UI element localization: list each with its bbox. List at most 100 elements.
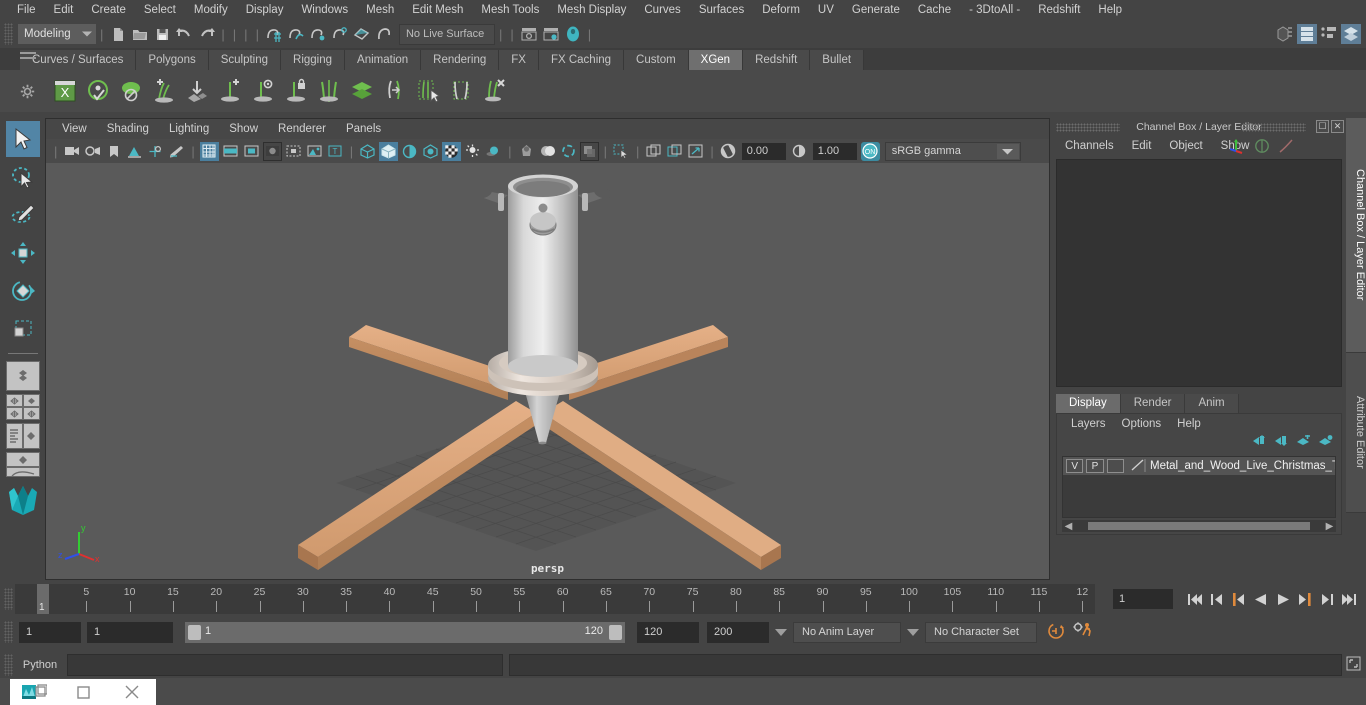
hypershade-icon[interactable]	[1319, 24, 1339, 44]
redo-icon[interactable]	[196, 24, 216, 44]
shelf-tab-polygons[interactable]: Polygons	[136, 50, 209, 70]
film-gate-icon[interactable]	[221, 142, 240, 161]
xgen-preview-icon[interactable]	[81, 74, 114, 108]
move-tool[interactable]	[6, 235, 40, 271]
shelf-options-gear-icon[interactable]	[20, 84, 35, 102]
node-editor-icon[interactable]	[1341, 24, 1361, 44]
new-layer-from-selected-icon[interactable]	[1318, 435, 1333, 449]
scroll-left-icon[interactable]: ◀	[1062, 521, 1075, 532]
menu-item-mesh-display[interactable]: Mesh Display	[548, 0, 635, 20]
move-layer-up-icon[interactable]	[1252, 435, 1267, 449]
menu-item-surfaces[interactable]: Surfaces	[690, 0, 753, 20]
range-end-handle[interactable]	[609, 624, 622, 640]
shadows-icon[interactable]	[463, 142, 482, 161]
multisample-icon[interactable]	[538, 142, 557, 161]
panel-grip-left[interactable]	[1056, 123, 1120, 132]
smooth-shade-icon[interactable]	[379, 141, 399, 161]
statusline-grip[interactable]	[4, 23, 13, 45]
two-d-pan-zoom-icon[interactable]	[146, 142, 165, 161]
persp-graph-layout-icon[interactable]	[5, 452, 40, 477]
xgen-add-grooming-icon[interactable]	[147, 74, 180, 108]
go-to-start-icon[interactable]	[1185, 589, 1204, 609]
xgen-part-icon[interactable]	[312, 74, 345, 108]
isolate-select-icon[interactable]	[612, 142, 631, 161]
layer-tab-render[interactable]: Render	[1120, 394, 1186, 413]
command-response-field[interactable]	[509, 654, 1342, 676]
menu-item-generate[interactable]: Generate	[843, 0, 909, 20]
grid-icon[interactable]	[199, 141, 219, 161]
channel-curve-icon[interactable]	[1278, 138, 1294, 157]
chevron-down-icon[interactable]	[775, 628, 787, 636]
shaded-wireframe-icon[interactable]	[400, 142, 419, 161]
lasso-select-tool[interactable]	[6, 159, 40, 195]
xgen-lock-icon[interactable]	[279, 74, 312, 108]
xray-icon[interactable]	[579, 141, 599, 161]
xgen-select-icon[interactable]	[411, 74, 444, 108]
shelf-tab-bullet[interactable]: Bullet	[810, 50, 865, 70]
xgen-noise-icon[interactable]	[378, 74, 411, 108]
image-plane-icon[interactable]	[125, 142, 144, 161]
layer-tab-display[interactable]: Display	[1056, 394, 1121, 413]
anim-end-field[interactable]: 200	[707, 621, 769, 643]
snap-to-grid-icon[interactable]	[264, 24, 284, 44]
show-hide-editor-icon[interactable]	[519, 24, 539, 44]
menu-item-redshift[interactable]: Redshift	[1029, 0, 1089, 20]
hypergraph-icon[interactable]	[1297, 24, 1317, 44]
maya-app-icon[interactable]	[10, 679, 59, 705]
close-icon[interactable]: ✕	[1331, 120, 1344, 133]
gate-mask-icon[interactable]	[262, 141, 282, 161]
time-ruler[interactable]: 1 5 10 15 20 25 30 35 40 45 50 55 60 65 70 75 80 85 90 95 1…	[15, 584, 1095, 614]
undo-icon[interactable]	[174, 24, 194, 44]
play-forwards-icon[interactable]	[1273, 589, 1292, 609]
menu-item-curves[interactable]: Curves	[635, 0, 689, 20]
side-tab-attribute-editor[interactable]: Attribute Editor	[1346, 353, 1366, 513]
menu-item-create[interactable]: Create	[82, 0, 135, 20]
shelf-tab-fx[interactable]: FX	[499, 50, 539, 70]
chevron-down-icon[interactable]	[907, 628, 919, 636]
snap-to-projected-center-icon[interactable]	[330, 24, 350, 44]
layer-playback-toggle[interactable]: P	[1086, 459, 1104, 473]
gamma-contrast-icon[interactable]	[790, 142, 809, 161]
range-start-field[interactable]: 1	[87, 621, 173, 643]
menu-item-deform[interactable]: Deform	[753, 0, 809, 20]
textured-icon[interactable]	[421, 142, 440, 161]
time-cursor[interactable]: 1	[37, 584, 49, 614]
range-start-handle[interactable]	[188, 624, 201, 640]
resize-view-icon[interactable]	[686, 142, 705, 161]
motion-blur-icon[interactable]	[517, 142, 536, 161]
menu-item-edit-mesh[interactable]: Edit Mesh	[403, 0, 472, 20]
move-layer-down-icon[interactable]	[1274, 435, 1289, 449]
current-frame-field[interactable]: 1	[1113, 589, 1173, 609]
snap-to-curve-icon[interactable]	[286, 24, 306, 44]
save-scene-icon[interactable]	[152, 24, 172, 44]
rangeslider-grip[interactable]	[4, 621, 13, 643]
table-row[interactable]: V P Metal_and_Wood_Live_Christmas_Tree	[1063, 457, 1335, 475]
layer-shading-toggle[interactable]	[1106, 459, 1124, 473]
xgen-editor-icon[interactable]: X	[48, 74, 81, 108]
wireframe-icon[interactable]	[358, 142, 377, 161]
text-display-icon[interactable]: T	[326, 142, 345, 161]
menu-item-file[interactable]: File	[8, 0, 45, 20]
channel-box-list[interactable]	[1056, 159, 1342, 387]
show-hide-attribute-icon[interactable]	[541, 24, 561, 44]
menu-set-selector[interactable]: Modeling	[18, 24, 96, 44]
shelf-tab-animation[interactable]: Animation	[345, 50, 422, 70]
resolution-gate-icon[interactable]	[242, 142, 261, 161]
shelf-tab-sculpting[interactable]: Sculpting	[208, 50, 282, 70]
exposure-icon[interactable]	[719, 142, 738, 161]
menu-item-modify[interactable]: Modify	[185, 0, 237, 20]
step-back-keyframe-icon[interactable]	[1207, 589, 1226, 609]
viewport-3d-canvas[interactable]: y x z persp	[46, 163, 1049, 579]
xgen-clump-icon[interactable]	[444, 74, 477, 108]
scroll-right-icon[interactable]: ▶	[1323, 521, 1336, 532]
rotate-tool[interactable]	[6, 273, 40, 309]
step-back-frame-icon[interactable]	[1229, 589, 1248, 609]
new-layer-icon[interactable]	[1296, 435, 1311, 449]
layer-horizontal-scrollbar[interactable]: ◀ ▶	[1062, 520, 1336, 532]
exposure-field[interactable]: 0.00	[741, 142, 786, 160]
layer-list[interactable]: V P Metal_and_Wood_Live_Christmas_Tree	[1062, 456, 1336, 518]
go-to-end-icon[interactable]	[1339, 589, 1358, 609]
xgen-layers-icon[interactable]	[345, 74, 378, 108]
live-surface-field[interactable]: No Live Surface	[398, 23, 495, 45]
layer-tab-anim[interactable]: Anim	[1185, 394, 1239, 413]
